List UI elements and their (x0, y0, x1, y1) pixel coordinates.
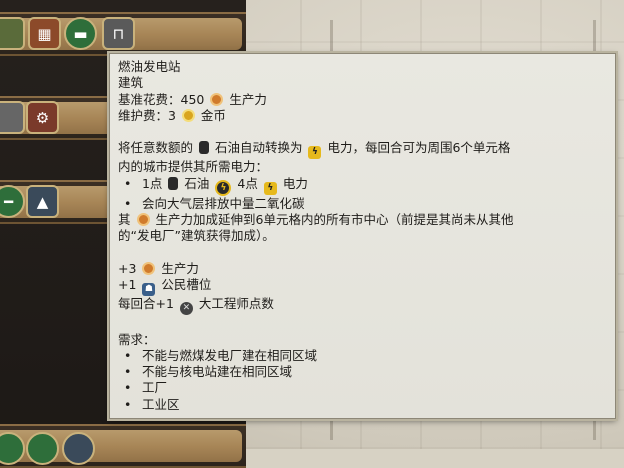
building-icon[interactable]: ⚙ (26, 101, 59, 134)
convert-arrow-icon: ϟ (215, 179, 232, 196)
yield-amount: +3 (118, 260, 137, 276)
tooltip-type: 建筑 (118, 75, 144, 91)
building-icon[interactable] (0, 17, 25, 50)
oil-icon (199, 141, 209, 155)
bullet-text: 电力 (282, 175, 308, 191)
bullet-conversion: • 1点 石油 ϟ 4点 ϟ 电力 (118, 176, 607, 196)
tooltip-cost: 基准花费：450 生产力 (118, 92, 607, 108)
requirement-item: • 不能与核电站建在相同区域 (118, 364, 607, 380)
description-line-4: 的“发电厂”建筑获得加成）。 (118, 228, 275, 244)
power-icon: ϟ (308, 146, 322, 160)
yield-great-engineer: 每回合+1 ✕ 大工程师点数 (118, 296, 607, 316)
requirement-item: • 工厂 (118, 380, 607, 396)
production-row-1[interactable]: ▦ ▬ ⊓ (0, 12, 246, 56)
bullet-text: 会向大气层排放中量二氧化碳 (141, 195, 305, 211)
gold-icon (181, 108, 195, 122)
description-line-3: 其 生产力加成延伸到6单元格内的所有市中心（前提是其尚未从其他 (118, 212, 607, 228)
tooltip-maintenance: 维护费：3 金币 (118, 108, 607, 124)
bullet-dot: • (124, 380, 132, 396)
requirement-text: 不能与核电站建在相同区域 (141, 364, 292, 380)
mountain-icon[interactable]: ▲ (26, 185, 59, 218)
bullet-dot: • (124, 195, 132, 211)
power-icon: ϟ (263, 181, 277, 195)
bullet-dot: • (124, 347, 132, 363)
requirement-text: 不能与燃煤发电厂建在相同区域 (141, 347, 317, 363)
yield-amount: 每回合+1 (118, 296, 174, 312)
requirement-item: • 工业区 (118, 397, 607, 413)
bullet-text: 4点 (237, 175, 258, 191)
yield-production: +3 生产力 (118, 261, 607, 277)
requirement-text: 工业区 (141, 396, 180, 412)
bullet-text: 石油 (184, 175, 210, 191)
requirement-item: • 不能与燃煤发电厂建在相同区域 (118, 348, 607, 364)
tooltip-title: 燃油发电站 (118, 59, 181, 74)
building-tooltip: 燃油发电站 建筑 基准花费：450 生产力 维护费：3 金币 将任意数额的 石油… (109, 53, 616, 419)
citizen-slot-icon: ☗ (142, 283, 156, 297)
description-line-2: 内的城市提供其所需电力： (118, 159, 269, 175)
maintenance-yield: 金币 (200, 107, 226, 123)
bullet-text: 1点 (141, 175, 163, 191)
oil-icon (168, 176, 179, 190)
cost-yield: 生产力 (229, 91, 267, 107)
yield-amount: +1 (118, 277, 137, 293)
requirement-text: 工厂 (141, 380, 167, 396)
bullet-dot: • (124, 396, 132, 412)
yield-label: 生产力 (161, 260, 199, 276)
desc-text: 石油自动转换为 (214, 140, 303, 156)
oil-power-plant-icon[interactable]: ⊓ (102, 17, 135, 50)
yield-label: 公民槽位 (161, 277, 212, 293)
bullet-dot: • (124, 175, 132, 191)
production-row-4[interactable] (0, 424, 246, 468)
production-icon (136, 213, 150, 227)
production-icon (210, 92, 224, 106)
building-icon[interactable]: ▦ (28, 17, 61, 50)
great-engineer-icon: ✕ (179, 302, 193, 316)
cost-value: 基准花费：450 (118, 91, 205, 107)
submarine-icon[interactable]: ▬ (64, 17, 97, 50)
requirements-title: 需求： (118, 331, 156, 347)
description-line-1: 将任意数额的 石油自动转换为 ϟ 电力，每回合可为周围6个单元格 (118, 140, 607, 160)
desc-text: 生产力加成延伸到6单元格内的所有市中心（前提是其尚未从其他 (155, 212, 514, 228)
yield-citizen-slot: +1 ☗ 公民槽位 (118, 277, 607, 297)
yield-label: 大工程师点数 (198, 296, 274, 312)
maintenance-value: 维护费：3 (118, 107, 176, 123)
bullet-co2: • 会向大气层排放中量二氧化碳 (118, 196, 607, 212)
desc-text: 将任意数额的 (118, 140, 194, 156)
building-icon[interactable] (0, 101, 25, 134)
bullet-dot: • (124, 364, 132, 380)
desc-text: 其 (118, 212, 131, 228)
production-icon (142, 261, 156, 275)
desc-text: 电力，每回合可为周围6个单元格 (327, 140, 511, 156)
